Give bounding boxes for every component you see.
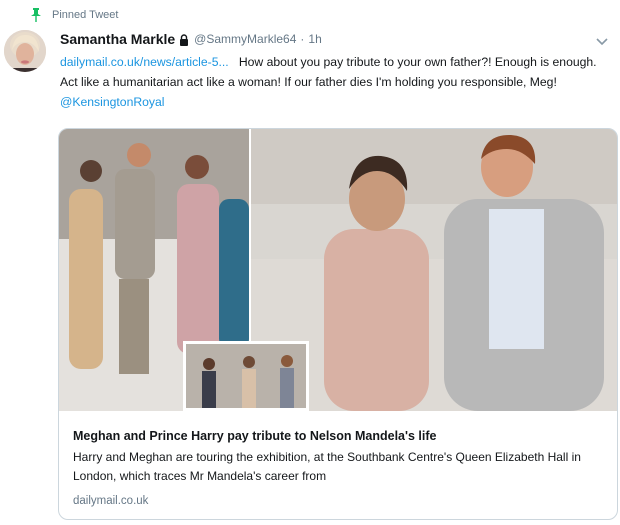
chevron-down-icon[interactable] (596, 34, 608, 46)
tweet-timestamp[interactable]: 1h (308, 32, 321, 46)
card-description: Harry and Meghan are touring the exhibit… (73, 450, 581, 483)
card-title[interactable]: Meghan and Prince Harry pay tribute to N… (73, 427, 605, 445)
article-image (59, 129, 617, 411)
card-domain: dailymail.co.uk (73, 495, 149, 507)
author-handle[interactable]: @SammyMarkle64 (194, 32, 296, 46)
pinned-label: Pinned Tweet (52, 9, 119, 21)
card-text: Meghan and Prince Harry pay tribute to N… (73, 427, 605, 507)
pinned-indicator: Pinned Tweet (30, 6, 118, 24)
tweet-header: Samantha Markle @SammyMarkle64 · 1h (60, 29, 590, 49)
avatar[interactable] (4, 30, 46, 72)
article-link[interactable]: dailymail.co.uk/news/article-5... (60, 55, 229, 69)
pin-icon (30, 8, 42, 22)
author-name[interactable]: Samantha Markle (60, 31, 175, 47)
tweet-text: dailymail.co.uk/news/article-5... How ab… (60, 52, 605, 112)
pinned-tweet[interactable]: Pinned Tweet Samantha Markle @SammyMarkl… (0, 0, 620, 525)
mention-link[interactable]: @KensingtonRoyal (60, 95, 165, 109)
link-preview-card[interactable]: Meghan and Prince Harry pay tribute to N… (58, 128, 618, 520)
separator-dot: · (300, 32, 305, 46)
lock-icon (179, 33, 189, 46)
